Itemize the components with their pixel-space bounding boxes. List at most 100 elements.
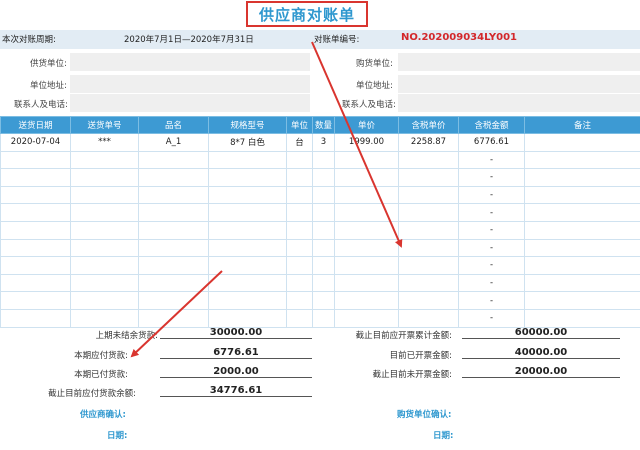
cell[interactable] xyxy=(286,273,313,293)
cell[interactable] xyxy=(208,238,287,258)
cell[interactable] xyxy=(524,185,640,205)
cell[interactable] xyxy=(70,220,139,240)
cell-tax-amount[interactable]: 6776.61 xyxy=(458,133,525,152)
cell[interactable] xyxy=(0,291,71,310)
cell[interactable] xyxy=(286,291,313,310)
cell[interactable] xyxy=(138,150,209,170)
cell-delivery-no[interactable]: *** xyxy=(70,133,139,152)
cell[interactable] xyxy=(334,273,399,293)
cell[interactable] xyxy=(312,308,335,328)
cell[interactable] xyxy=(138,185,209,205)
cell[interactable] xyxy=(334,203,399,222)
cell[interactable] xyxy=(524,256,640,275)
cell[interactable] xyxy=(312,273,335,293)
cell[interactable] xyxy=(334,238,399,258)
cell[interactable] xyxy=(70,256,139,275)
cell[interactable] xyxy=(208,168,287,187)
cell-product[interactable]: A_1 xyxy=(138,133,209,152)
cell[interactable] xyxy=(138,273,209,293)
cell[interactable] xyxy=(0,150,71,170)
cell[interactable] xyxy=(0,185,71,205)
cell[interactable] xyxy=(208,291,287,310)
cell[interactable] xyxy=(138,256,209,275)
cell[interactable] xyxy=(334,256,399,275)
cell[interactable] xyxy=(70,168,139,187)
cell[interactable] xyxy=(0,168,71,187)
cell[interactable] xyxy=(286,185,313,205)
cell[interactable] xyxy=(0,220,71,240)
supplier-contact-field[interactable] xyxy=(70,94,310,112)
cell-tax-amount[interactable]: - xyxy=(458,238,525,258)
cell-spec[interactable]: 8*7 白色 xyxy=(208,133,287,152)
cell[interactable] xyxy=(208,220,287,240)
cell[interactable] xyxy=(70,150,139,170)
cell[interactable] xyxy=(208,308,287,328)
supplier-address-field[interactable] xyxy=(70,75,310,93)
cell[interactable] xyxy=(312,256,335,275)
cell[interactable] xyxy=(398,273,459,293)
buyer-contact-field[interactable] xyxy=(398,94,640,112)
cell[interactable] xyxy=(524,168,640,187)
cell-tax-amount[interactable]: - xyxy=(458,291,525,310)
cell[interactable] xyxy=(286,220,313,240)
cell-tax-amount[interactable]: - xyxy=(458,308,525,328)
cell[interactable] xyxy=(398,220,459,240)
cell[interactable] xyxy=(312,238,335,258)
cell[interactable] xyxy=(312,150,335,170)
cell[interactable] xyxy=(334,220,399,240)
cell[interactable] xyxy=(398,168,459,187)
supplier-unit-field[interactable] xyxy=(70,53,310,71)
cell-tax-price[interactable]: 2258.87 xyxy=(398,133,459,152)
cell[interactable] xyxy=(334,168,399,187)
cell-date[interactable]: 2020-07-04 xyxy=(0,133,71,152)
cell[interactable] xyxy=(138,220,209,240)
cell[interactable] xyxy=(398,150,459,170)
cell[interactable] xyxy=(286,150,313,170)
cell[interactable] xyxy=(524,291,640,310)
cell-tax-amount[interactable]: - xyxy=(458,185,525,205)
cell[interactable] xyxy=(398,308,459,328)
cell[interactable] xyxy=(70,273,139,293)
cell[interactable] xyxy=(138,238,209,258)
cell-tax-amount[interactable]: - xyxy=(458,203,525,222)
cell[interactable] xyxy=(312,168,335,187)
cell[interactable] xyxy=(334,150,399,170)
cell[interactable] xyxy=(0,238,71,258)
cell-tax-amount[interactable]: - xyxy=(458,168,525,187)
cell-unit[interactable]: 台 xyxy=(286,133,313,152)
cell[interactable] xyxy=(398,291,459,310)
cell[interactable] xyxy=(334,185,399,205)
cell-tax-amount[interactable]: - xyxy=(458,220,525,240)
cell[interactable] xyxy=(312,185,335,205)
buyer-unit-field[interactable] xyxy=(398,53,640,71)
cell-tax-amount[interactable]: - xyxy=(458,256,525,275)
cell[interactable] xyxy=(398,256,459,275)
cell[interactable] xyxy=(208,203,287,222)
cell[interactable] xyxy=(138,203,209,222)
cell[interactable] xyxy=(286,256,313,275)
cell[interactable] xyxy=(0,203,71,222)
cell[interactable] xyxy=(0,273,71,293)
cell[interactable] xyxy=(524,308,640,328)
cell[interactable] xyxy=(398,238,459,258)
cell-price[interactable]: 1999.00 xyxy=(334,133,399,152)
cell[interactable] xyxy=(312,203,335,222)
cell[interactable] xyxy=(524,203,640,222)
cell[interactable] xyxy=(524,220,640,240)
cell[interactable] xyxy=(334,308,399,328)
cell-tax-amount[interactable]: - xyxy=(458,273,525,293)
cell[interactable] xyxy=(398,185,459,205)
cell[interactable] xyxy=(208,185,287,205)
cell[interactable] xyxy=(398,203,459,222)
cell[interactable] xyxy=(524,273,640,293)
cell-remark[interactable] xyxy=(524,133,640,152)
cell[interactable] xyxy=(286,308,313,328)
cell[interactable] xyxy=(312,291,335,310)
cell[interactable] xyxy=(334,291,399,310)
cell[interactable] xyxy=(208,273,287,293)
cell[interactable] xyxy=(524,150,640,170)
cell[interactable] xyxy=(208,256,287,275)
cell[interactable] xyxy=(138,168,209,187)
cell[interactable] xyxy=(286,203,313,222)
cell[interactable] xyxy=(286,238,313,258)
